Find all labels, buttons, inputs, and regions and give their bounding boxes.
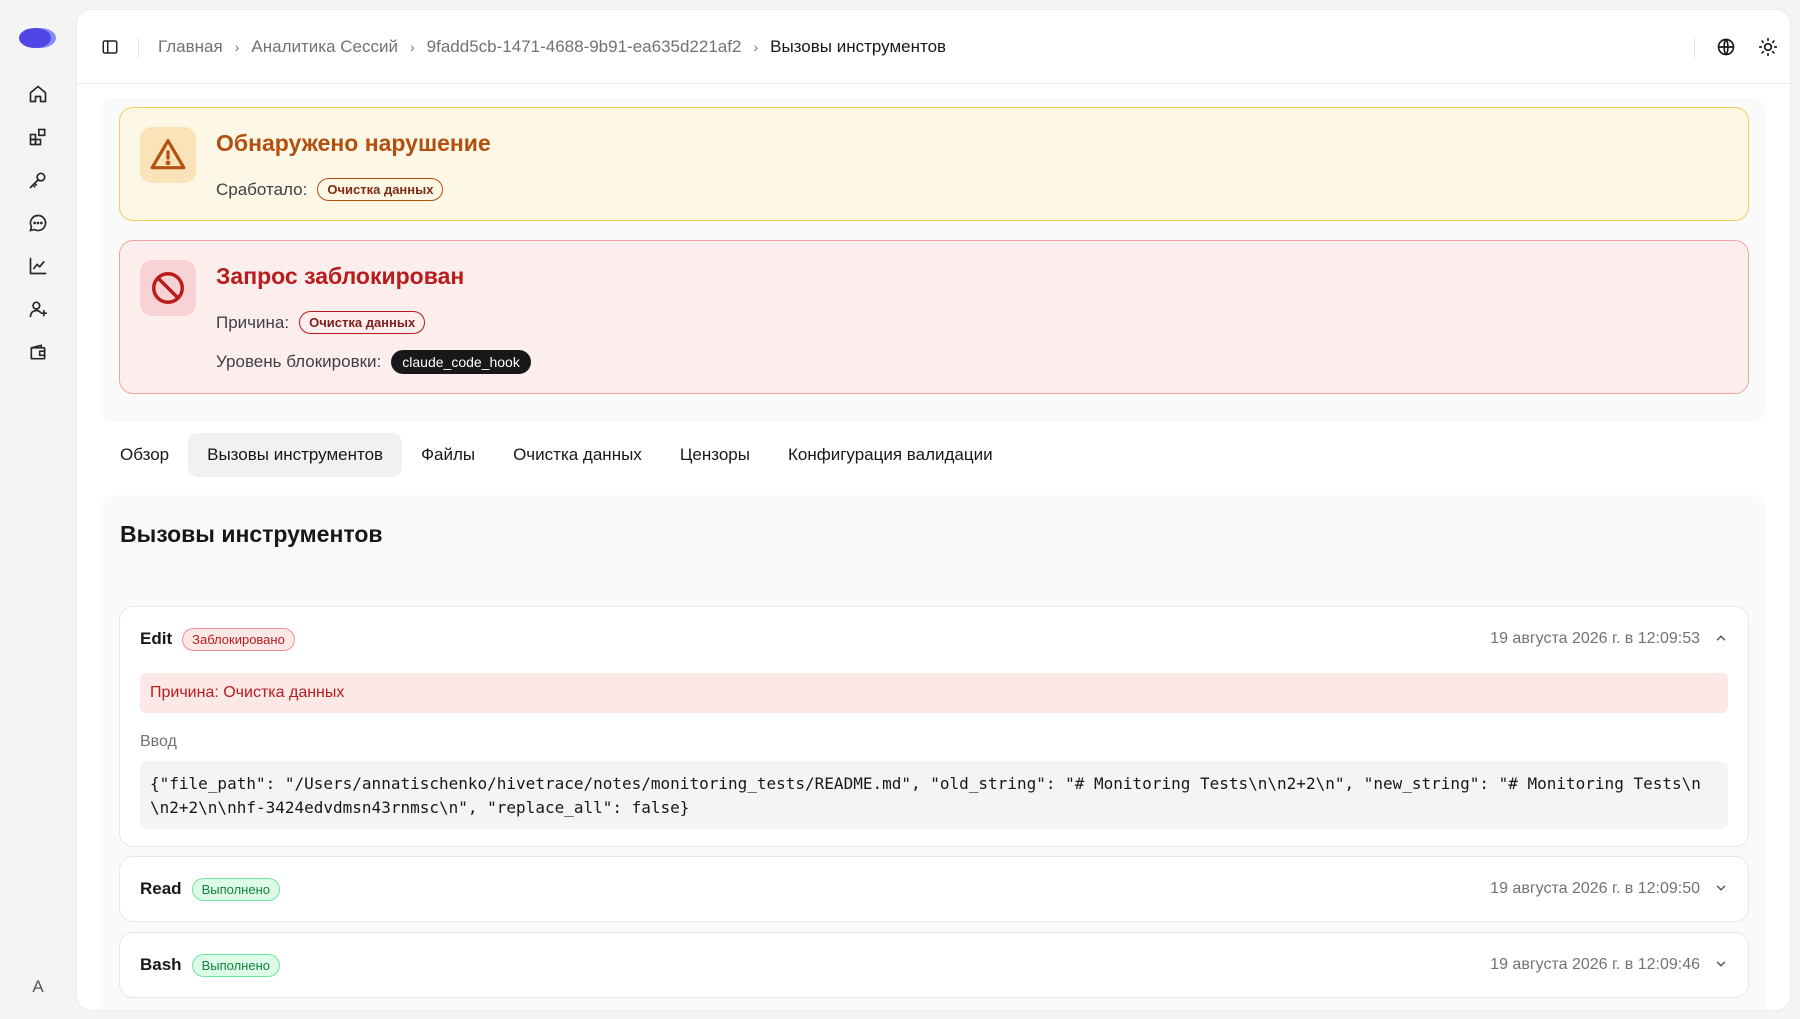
breadcrumb: Главная › Аналитика Сессий › 9fadd5cb-14… [158, 36, 946, 58]
tab-files[interactable]: Файлы [402, 433, 494, 477]
block-level-row: Уровень блокировки: claude_code_hook [216, 350, 531, 374]
tab-tool-calls[interactable]: Вызовы инструментов [188, 433, 403, 477]
chevron-right-icon: › [753, 39, 759, 55]
blocked-alert: Запрос заблокирован Причина: Очистка дан… [119, 240, 1749, 394]
status-badge: Выполнено [191, 953, 280, 977]
tab-overview[interactable]: Обзор [101, 433, 188, 477]
breadcrumb-home[interactable]: Главная [158, 37, 223, 57]
add-user-icon[interactable] [24, 295, 52, 323]
tool-input-code: {"file_path": "/Users/annatischenko/hive… [140, 761, 1728, 829]
sidebar-toggle-icon[interactable] [99, 36, 121, 58]
tool-call-time: 19 августа 2026 г. в 12:09:53 [1490, 630, 1700, 647]
topbar-divider [1694, 38, 1695, 58]
chevron-right-icon: › [409, 39, 415, 55]
ban-icon [140, 260, 196, 316]
section-title: Вызовы инструментов [120, 521, 383, 547]
chevron-right-icon: › [234, 39, 240, 55]
reason-label: Причина: [216, 312, 290, 332]
chevron-down-icon[interactable] [1710, 877, 1732, 899]
tab-bar: Обзор Вызовы инструментов Файлы Очистка … [101, 433, 1012, 477]
topbar-divider [138, 38, 139, 58]
tool-call-item: Bash Выполнено 19 августа 2026 г. в 12:0… [119, 932, 1749, 998]
breadcrumb-session-id[interactable]: 9fadd5cb-1471-4688-9b91-ea635d221af2 [427, 37, 742, 57]
analytics-icon[interactable] [24, 252, 52, 280]
tab-validation-config[interactable]: Конфигурация валидации [769, 433, 1012, 477]
tool-call-header[interactable]: Bash Выполнено [140, 933, 280, 997]
reason-badge: Очистка данных [299, 311, 426, 334]
key-icon[interactable] [24, 166, 52, 194]
alerts-container: Обнаружено нарушение Сработало: Очистка … [101, 98, 1766, 422]
sun-icon[interactable] [1755, 34, 1781, 60]
tool-call-name: Read [140, 879, 182, 898]
left-rail: A [0, 0, 76, 1019]
input-label: Ввод [140, 733, 177, 750]
breadcrumb-current: Вызовы инструментов [770, 37, 947, 56]
status-badge: Заблокировано [182, 627, 295, 651]
violation-trigger-row: Сработало: Очистка данных [216, 178, 444, 201]
status-badge: Выполнено [191, 877, 280, 901]
tool-call-name: Bash [140, 955, 182, 974]
blocked-reason-row: Причина: Очистка данных [216, 311, 426, 334]
tool-call-item: Read Выполнено 19 августа 2026 г. в 12:0… [119, 856, 1749, 922]
tool-call-name: Edit [140, 629, 173, 648]
main-panel: Главная › Аналитика Сессий › 9fadd5cb-14… [77, 10, 1790, 1010]
tool-call-header[interactable]: Edit Заблокировано [140, 607, 295, 671]
tool-calls-section: Вызовы инструментов Edit Заблокировано 1… [101, 495, 1766, 1010]
tool-call-item: Edit Заблокировано 19 августа 2026 г. в … [119, 606, 1749, 847]
block-level-label: Уровень блокировки: [216, 352, 382, 371]
triggered-label: Сработало: [216, 179, 308, 199]
integrations-icon[interactable] [24, 123, 52, 151]
logo-icon[interactable] [18, 26, 58, 50]
chevron-up-icon[interactable] [1710, 627, 1732, 649]
block-level-badge: claude_code_hook [391, 350, 531, 374]
tool-call-time: 19 августа 2026 г. в 12:09:50 [1490, 880, 1700, 897]
chat-icon[interactable] [24, 209, 52, 237]
tab-data-sanitization[interactable]: Очистка данных [494, 433, 661, 477]
chevron-down-icon[interactable] [1710, 953, 1732, 975]
blocked-title: Запрос заблокирован [216, 263, 465, 289]
globe-icon[interactable] [1713, 34, 1739, 60]
wallet-icon[interactable] [24, 338, 52, 366]
tool-call-header[interactable]: Read Выполнено [140, 857, 280, 921]
tool-call-time: 19 августа 2026 г. в 12:09:46 [1490, 956, 1700, 973]
violation-alert: Обнаружено нарушение Сработало: Очистка … [119, 107, 1749, 221]
user-avatar[interactable]: A [20, 969, 56, 1005]
tab-censors[interactable]: Цензоры [661, 433, 769, 477]
triggered-badge: Очистка данных [317, 178, 444, 201]
breadcrumb-session-analytics[interactable]: Аналитика Сессий [251, 37, 398, 57]
home-icon[interactable] [24, 80, 52, 108]
warning-icon [140, 127, 196, 183]
top-bar: Главная › Аналитика Сессий › 9fadd5cb-14… [77, 10, 1790, 84]
block-reason-bar: Причина: Очистка данных [140, 673, 1728, 713]
violation-title: Обнаружено нарушение [216, 130, 491, 156]
